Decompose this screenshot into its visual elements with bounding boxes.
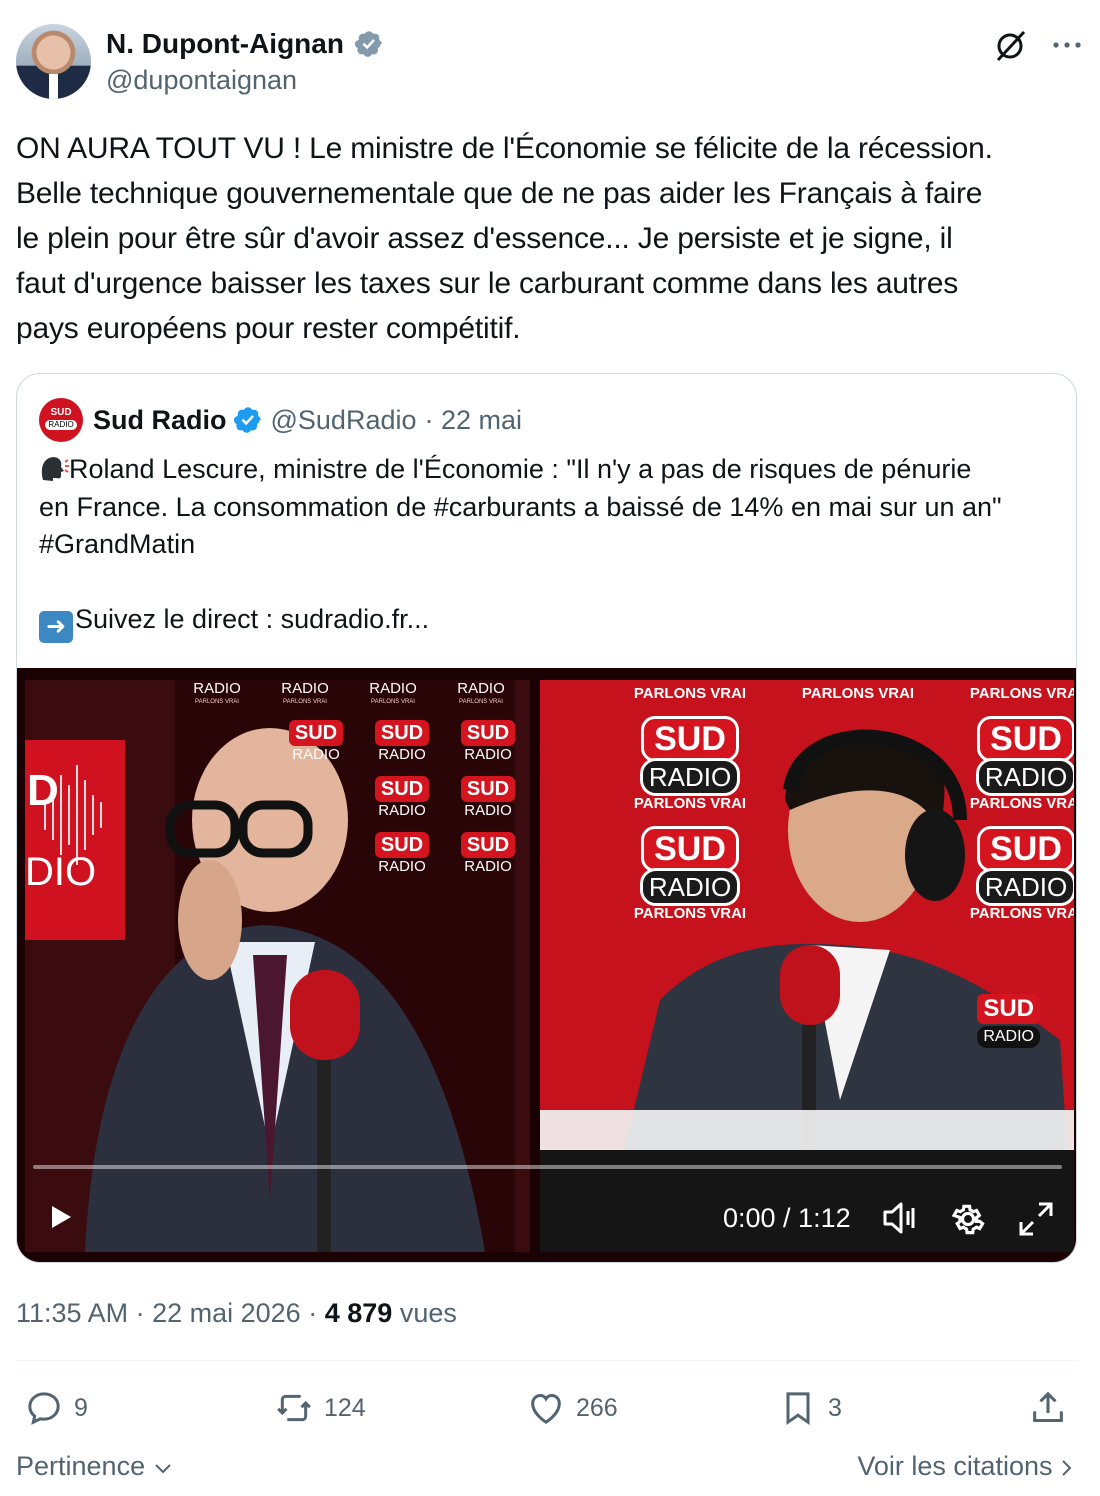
wall-sud-label: SUD: [374, 720, 430, 746]
share-icon: [1033, 1391, 1063, 1422]
wall-sud-label: SUD: [374, 832, 430, 858]
reply-count: 9: [74, 1393, 88, 1422]
wall-radio-label: RADIO: [378, 746, 426, 763]
tweet-time[interactable]: 11:35 AM: [16, 1298, 128, 1328]
video-player[interactable]: RADIO PARLONS VRAI RADIO PARLONS VRAI RADI…: [17, 668, 1076, 1262]
wall-sud-label: SUD: [460, 720, 516, 746]
quoted-text-link[interactable]: Suivez le direct : sudradio.fr...: [75, 604, 429, 634]
author-row: N. Dupont-Aignan @dupontaignan: [16, 24, 1084, 104]
quoted-avatar[interactable]: SUD RADIO: [39, 398, 83, 442]
bookmark-count: 3: [828, 1393, 842, 1422]
more-options-icon[interactable]: [1050, 30, 1084, 60]
wall-radio-label: RADIO: [464, 858, 512, 875]
wall-radio-label: RADIO: [292, 746, 340, 763]
wall-radio-label: RADIO: [193, 680, 241, 697]
verified-badge-icon: [355, 31, 383, 57]
like-count: 266: [576, 1393, 618, 1422]
wall-radio-label: RADIO: [378, 802, 426, 819]
like-button[interactable]: 266: [526, 1383, 618, 1433]
video-watermark: SUD RADIO: [977, 994, 1040, 1048]
watermark-radio: RADIO: [977, 1026, 1040, 1048]
left-studio-logo-bottom: DIO: [25, 850, 97, 894]
quoted-tweet-card[interactable]: SUD RADIO Sud Radio @SudRadio · 22 mai R…: [16, 373, 1077, 1263]
speaking-head-icon: [41, 457, 69, 481]
wall-radio-label: RADIO: [457, 680, 505, 697]
quoted-display-name[interactable]: Sud Radio: [93, 405, 227, 436]
right-arrow-icon: ➜: [39, 611, 73, 643]
bookmark-button[interactable]: 3: [778, 1383, 842, 1433]
heart-icon: [531, 1393, 561, 1424]
wall-radio-label: RADIO: [281, 680, 329, 697]
repost-count: 124: [324, 1393, 366, 1422]
chevron-down-icon: [154, 1464, 171, 1474]
views-label: vues: [399, 1298, 457, 1328]
verified-badge-icon: [233, 407, 261, 433]
video-time: 0:00 / 1:12: [723, 1203, 851, 1233]
studio-wall-left-lower: SUD RADIO SUD RADIO SUD RADIO SUD RADIO SUD R…: [275, 720, 529, 876]
quoted-header: SUD RADIO Sud Radio @SudRadio · 22 mai: [39, 398, 522, 442]
share-button[interactable]: [1028, 1383, 1068, 1433]
wall-pv-label: PARLONS VRAI: [459, 699, 503, 705]
wall-radio-label: RADIO: [464, 746, 512, 763]
play-icon[interactable]: [45, 1202, 75, 1232]
view-quotes-label: Voir les citations: [857, 1451, 1053, 1481]
wall-pv-label: PARLONS VRAI: [283, 699, 327, 705]
author-names: N. Dupont-Aignan @dupontaignan: [106, 26, 384, 98]
volume-muted-icon[interactable]: [881, 1200, 921, 1236]
avatar[interactable]: [16, 24, 91, 99]
chevron-right-icon: [1062, 1460, 1072, 1476]
quoted-handle[interactable]: @SudRadio: [271, 405, 417, 436]
fullscreen-icon[interactable]: [1017, 1200, 1055, 1238]
watermark-sud: SUD: [977, 994, 1040, 1024]
reply-button[interactable]: 9: [24, 1383, 88, 1433]
tweet-date[interactable]: 22 mai 2026: [152, 1298, 301, 1328]
sort-dropdown[interactable]: Pertinence: [16, 1446, 173, 1486]
divider: [16, 1360, 1078, 1361]
repost-icon: [277, 1394, 311, 1422]
wall-radio-label: RADIO: [369, 680, 417, 697]
bookmark-icon: [786, 1392, 810, 1426]
left-studio-logo-top: D: [27, 766, 59, 815]
view-quotes-link[interactable]: Voir les citations: [857, 1446, 1074, 1486]
author-handle[interactable]: @dupontaignan: [106, 62, 384, 98]
grok-icon[interactable]: [992, 28, 1028, 64]
tweet-timestamp: 11:35 AM · 22 mai 2026 · 4 879 vues: [16, 1298, 457, 1328]
studio-wall-left: RADIO PARLONS VRAI RADIO PARLONS VRAI RADI…: [175, 680, 523, 706]
wall-sud-label: SUD: [288, 720, 344, 746]
wall-pv-label: PARLONS VRAI: [371, 699, 415, 705]
quoted-text: Roland Lescure, ministre de l'Économie :…: [39, 451, 1059, 643]
views-count: 4 879: [324, 1298, 393, 1328]
wall-radio-label: RADIO: [464, 802, 512, 819]
wall-sud-label: SUD: [460, 776, 516, 802]
quoted-date[interactable]: · 22 mai: [425, 405, 523, 436]
tweet-text: ON AURA TOUT VU ! Le ministre de l'Écono…: [16, 132, 993, 345]
reply-icon: [28, 1392, 60, 1425]
quoted-avatar-line1: SUD: [50, 407, 72, 418]
wall-pv-label: PARLONS VRAI: [195, 699, 239, 705]
quoted-avatar-line2: RADIO: [45, 420, 77, 430]
video-controls: 0:00 / 1:12: [17, 1188, 1076, 1252]
wall-sud-label: SUD: [460, 832, 516, 858]
quoted-text-body: Roland Lescure, ministre de l'Économie :…: [39, 454, 1002, 559]
repost-button[interactable]: 124: [274, 1383, 366, 1433]
sort-label: Pertinence: [16, 1451, 146, 1481]
settings-gear-icon[interactable]: [949, 1200, 987, 1238]
video-progress-bar[interactable]: [33, 1165, 1062, 1169]
wall-sud-label: SUD: [374, 776, 430, 802]
author-display-name[interactable]: N. Dupont-Aignan: [106, 26, 344, 62]
wall-radio-label: RADIO: [378, 858, 426, 875]
action-bar: 9 124 266 3: [16, 1383, 1078, 1433]
